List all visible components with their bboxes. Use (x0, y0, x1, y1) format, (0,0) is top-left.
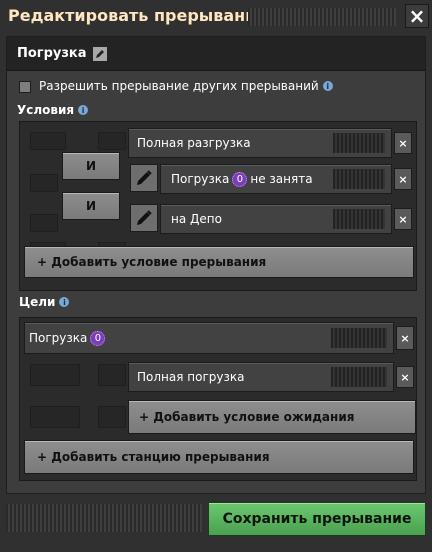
footer-drag-handle[interactable] (6, 504, 202, 532)
close-icon: × (408, 4, 426, 28)
pencil-icon (137, 170, 152, 185)
pencil-icon (95, 49, 104, 58)
remove-condition-button[interactable]: × (394, 132, 412, 154)
row-drag-handle[interactable] (331, 367, 387, 387)
wait-condition-label: Полная погрузка (137, 370, 245, 384)
allow-interrupt-checkbox[interactable] (19, 81, 31, 93)
remove-condition-button[interactable]: × (394, 168, 412, 190)
row-drag-handle[interactable] (333, 209, 385, 229)
slot (30, 132, 66, 150)
add-wait-condition-button[interactable]: + Добавить условие ожидания (128, 400, 416, 434)
save-interrupt-button[interactable]: Сохранить прерывание (208, 502, 426, 536)
interrupt-header: Погрузка (7, 37, 425, 71)
slot (98, 364, 126, 386)
allow-interrupt-label: Разрешить прерывание других прерываний i (39, 79, 333, 93)
slot (30, 214, 58, 232)
slot (30, 364, 80, 386)
close-button[interactable]: × (405, 4, 429, 28)
add-interrupt-station-button[interactable]: + Добавить станцию прерывания (24, 440, 414, 474)
condition-label-suffix: не занята (250, 172, 313, 186)
edit-condition-button[interactable] (130, 204, 158, 232)
remove-wait-condition-button[interactable]: × (396, 366, 414, 388)
row-drag-handle[interactable] (331, 328, 387, 348)
station-label: Погрузка (29, 331, 88, 345)
row-drag-handle[interactable] (333, 133, 385, 153)
condition-row[interactable]: Погрузка 0 не занята (160, 164, 392, 194)
slot (98, 132, 126, 150)
remove-station-button[interactable]: × (396, 326, 414, 350)
targets-header: Цели i (19, 295, 70, 309)
conditions-list: И И Полная разгрузка × Погрузка 0 не зан… (19, 121, 417, 291)
conditions-info-icon: i (78, 105, 89, 115)
info-icon: i (322, 81, 333, 91)
conditions-header: Условия i (17, 103, 89, 117)
station-row[interactable]: Погрузка 0 (24, 322, 394, 354)
interrupt-name: Погрузка (17, 46, 87, 61)
station-limit-badge-icon: 0 (232, 171, 248, 187)
window-title: Редактировать прерывание (8, 6, 268, 25)
condition-row[interactable]: на Депо (160, 204, 392, 234)
slot (98, 406, 126, 428)
interrupt-panel: Погрузка Разрешить прерывание других пре… (6, 36, 426, 494)
and-toggle-button[interactable]: И (62, 152, 120, 180)
station-limit-badge-icon: 0 (90, 330, 106, 346)
and-toggle-button[interactable]: И (62, 192, 120, 220)
remove-condition-button[interactable]: × (394, 208, 412, 230)
rename-button[interactable] (92, 46, 107, 61)
title-drag-handle[interactable] (248, 8, 396, 26)
condition-label: Полная разгрузка (137, 136, 251, 150)
targets-info-icon: i (59, 297, 70, 307)
condition-row[interactable]: Полная разгрузка (128, 128, 392, 158)
targets-list: Погрузка 0 × Полная погрузка × + Добавит… (19, 317, 417, 481)
edit-condition-button[interactable] (130, 164, 158, 192)
slot (30, 174, 58, 192)
pencil-icon (137, 210, 152, 225)
save-interrupt-label: Сохранить прерывание (222, 511, 412, 527)
add-interrupt-condition-button[interactable]: + Добавить условие прерывания (24, 246, 414, 278)
wait-condition-row[interactable]: Полная погрузка (128, 362, 394, 392)
row-drag-handle[interactable] (333, 169, 385, 189)
slot (30, 406, 80, 428)
condition-label: на Депо (171, 212, 222, 226)
condition-label: Погрузка (171, 172, 230, 186)
